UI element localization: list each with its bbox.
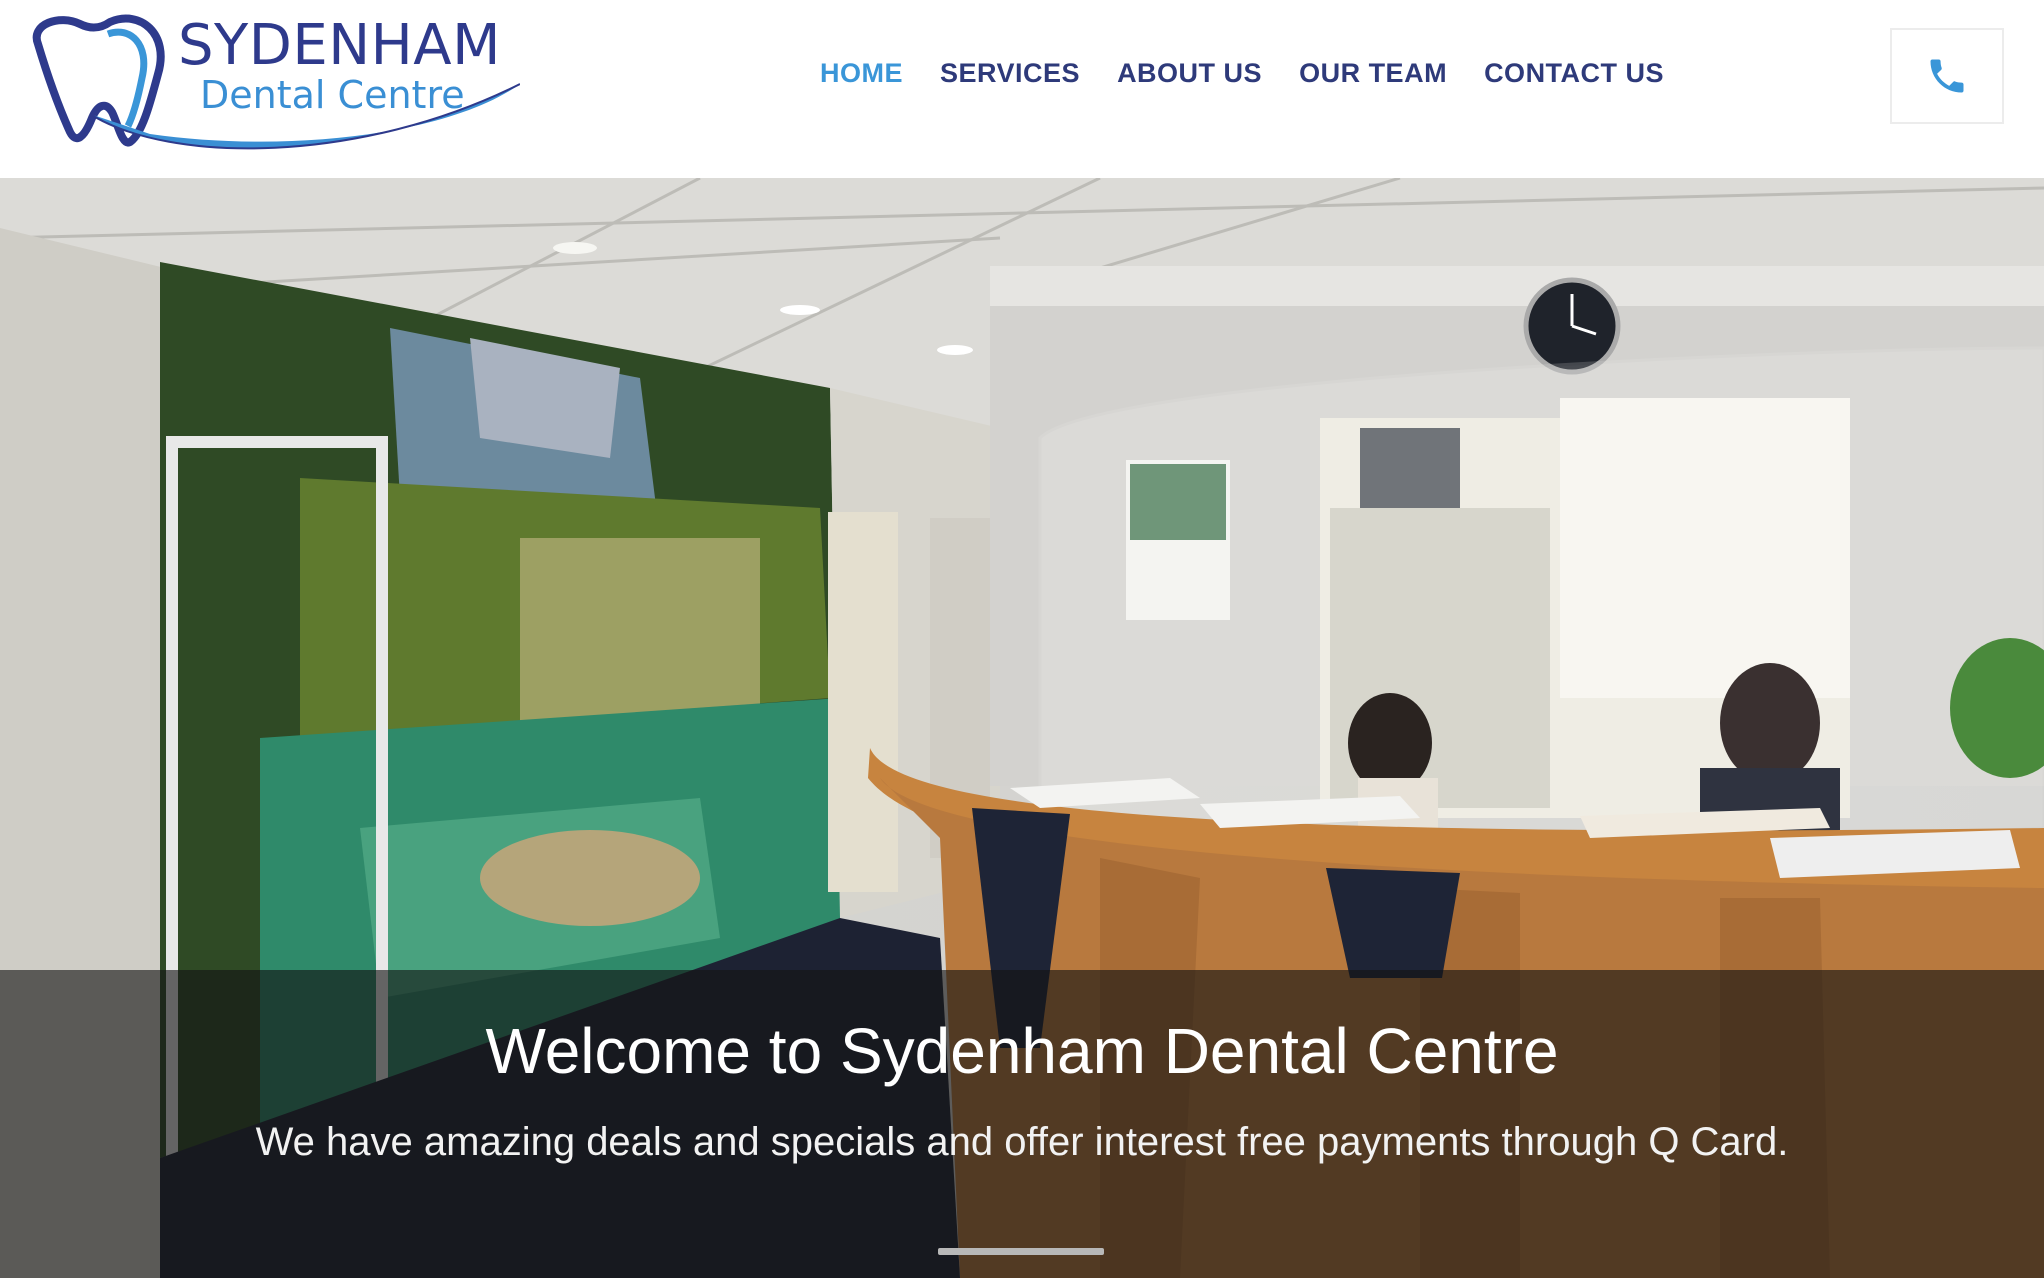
- hero-text: We have amazing deals and specials and o…: [255, 1120, 1789, 1164]
- logo[interactable]: SYDENHAM Dental Centre: [30, 14, 520, 156]
- nav-about-us[interactable]: ABOUT US: [1117, 58, 1262, 89]
- logo-title: SYDENHAM: [178, 13, 501, 78]
- nav-services[interactable]: SERVICES: [940, 58, 1080, 89]
- logo-subtitle: Dental Centre: [200, 73, 465, 117]
- site-header: SYDENHAM Dental Centre HOME SERVICES ABO…: [0, 0, 2044, 178]
- nav-our-team[interactable]: OUR TEAM: [1299, 58, 1447, 89]
- main-nav: HOME SERVICES ABOUT US OUR TEAM CONTACT …: [820, 58, 1664, 89]
- slide-indicator[interactable]: [938, 1248, 1104, 1255]
- nav-home[interactable]: HOME: [820, 58, 903, 89]
- phone-button[interactable]: [1890, 28, 2004, 124]
- hero-title: Welcome to Sydenham Dental Centre: [485, 1015, 1559, 1087]
- hero-caption: Welcome to Sydenham Dental Centre We hav…: [0, 970, 2044, 1278]
- hero-slider: Welcome to Sydenham Dental Centre We hav…: [0, 178, 2044, 1278]
- phone-icon: [1930, 59, 1964, 93]
- nav-contact-us[interactable]: CONTACT US: [1484, 58, 1664, 89]
